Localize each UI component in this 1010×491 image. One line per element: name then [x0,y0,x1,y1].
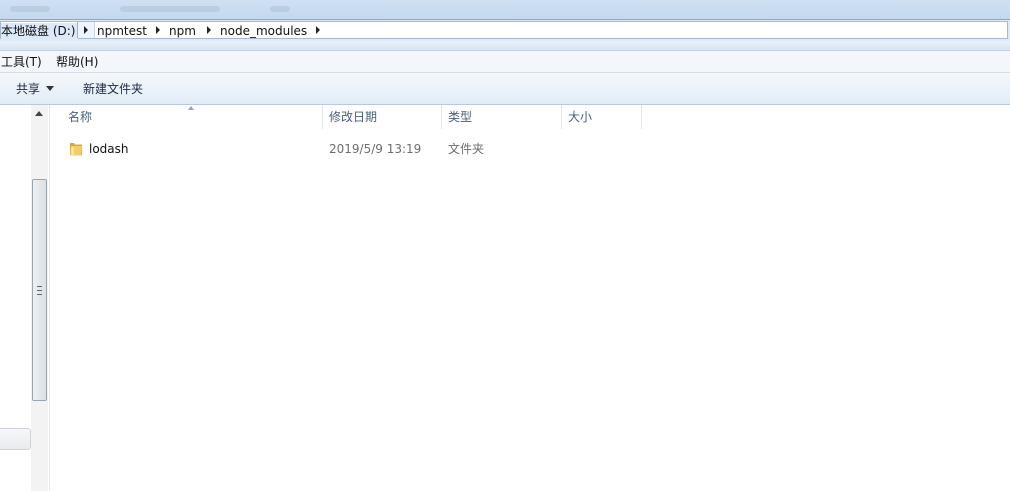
column-divider[interactable] [641,105,642,129]
caret-down-icon [46,86,55,91]
column-divider[interactable] [441,105,442,129]
column-header-type[interactable]: 类型 [448,105,472,129]
breadcrumb-npmtest[interactable]: npmtest [97,23,147,39]
navigation-pane [0,105,50,491]
nav-scrollbar[interactable] [31,105,48,491]
breadcrumb-drive-dropdown[interactable] [77,22,95,38]
column-header-modified[interactable]: 修改日期 [329,105,377,129]
command-toolbar: 共享 新建文件夹 [0,73,1010,105]
breadcrumb-npm[interactable]: npm [169,23,196,39]
blurred-text [120,6,220,12]
share-label: 共享 [16,82,41,96]
address-input[interactable]: 本地磁盘 (D:) npmtest npm node_modules [0,21,1008,39]
address-bar: 本地磁盘 (D:) npmtest npm node_modules [0,19,1010,42]
file-name[interactable]: lodash [89,141,129,157]
address-bar-underlay [0,41,1010,51]
chevron-right-icon[interactable] [316,26,320,34]
menu-bar: 工具(T) 帮助(H) [0,51,1010,73]
grip-icon [37,286,42,295]
file-list: 名称 修改日期 类型 大小 lodash 2019/5/9 13:19 文件夹 [50,105,1010,491]
chevron-right-icon[interactable] [207,26,211,34]
scroll-up-icon[interactable] [35,111,43,116]
folder-icon [70,143,82,156]
chevron-right-icon[interactable] [156,26,160,34]
menu-tools[interactable]: 工具(T) [1,54,42,70]
menu-help[interactable]: 帮助(H) [56,54,98,70]
background-window-strip [0,0,1010,19]
share-button[interactable]: 共享 [16,81,55,97]
column-header-name[interactable]: 名称 [68,105,92,129]
blurred-text [10,6,50,12]
nav-item[interactable] [0,428,31,450]
column-divider[interactable] [322,105,323,129]
column-divider[interactable] [561,105,562,129]
new-folder-button[interactable]: 新建文件夹 [83,81,143,97]
sort-ascending-icon [188,106,194,110]
scrollbar-thumb[interactable] [32,179,47,401]
column-header-size[interactable]: 大小 [568,105,592,129]
breadcrumb-drive[interactable]: 本地磁盘 (D:) [1,23,79,39]
file-type: 文件夹 [448,142,485,156]
table-row[interactable]: lodash 2019/5/9 13:19 文件夹 [62,139,642,159]
blurred-text [270,6,290,12]
chevron-right-icon [84,26,88,34]
breadcrumb-node-modules[interactable]: node_modules [220,23,307,39]
file-modified: 2019/5/9 13:19 [329,142,422,156]
